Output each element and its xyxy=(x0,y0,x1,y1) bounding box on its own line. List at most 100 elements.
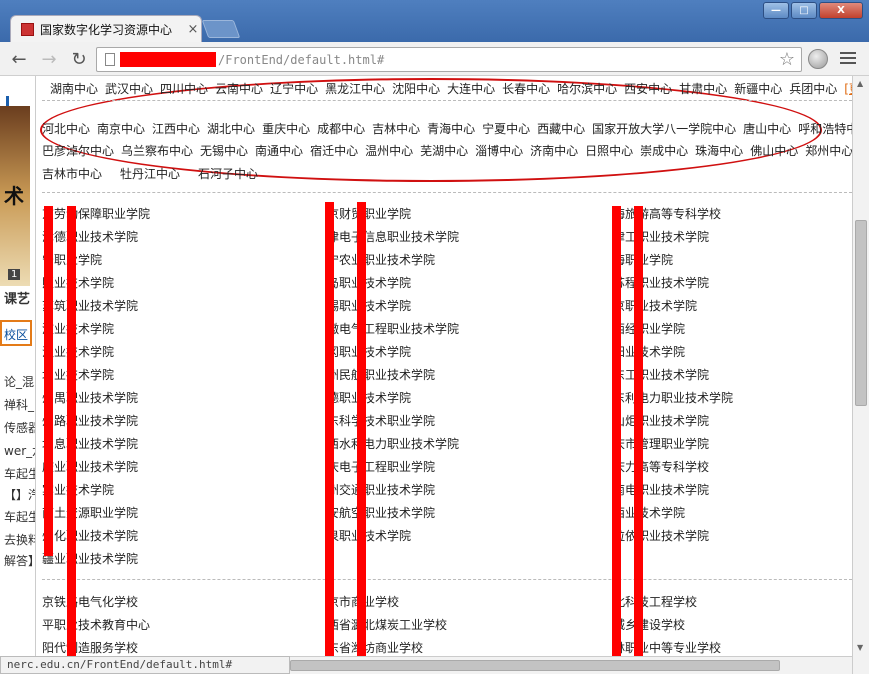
college-link[interactable]: 林职业中等专业学校 xyxy=(613,641,721,656)
center-link[interactable]: 辽宁中心 xyxy=(270,82,318,96)
college-link[interactable]: 平职业技术教育中心 xyxy=(42,618,150,641)
center-link[interactable]: 甘肃中心 xyxy=(679,82,727,96)
center-link[interactable]: 佛山中心 xyxy=(750,144,798,158)
college-link[interactable]: 宁职业学院 xyxy=(42,253,150,276)
center-link[interactable]: 兵团中心 xyxy=(789,82,837,96)
college-link[interactable]: 海职业学院 xyxy=(613,253,733,276)
college-link[interactable]: 北科技工程学校 xyxy=(613,595,721,618)
center-link[interactable]: 哈尔滨中心 xyxy=(557,82,617,96)
college-link[interactable]: 苏筑职业技术学院 xyxy=(42,299,150,322)
college-link[interactable]: 拉依职业技术学院 xyxy=(613,529,733,552)
center-link[interactable]: 淄博中心 xyxy=(475,144,523,158)
sidebar-banner-number[interactable]: 1 xyxy=(8,269,21,280)
college-link[interactable]: 州交通职业技术学院 xyxy=(327,483,459,506)
center-link[interactable]: 郑州中心 xyxy=(805,144,852,158)
college-link[interactable]: 西水利电力职业技术学院 xyxy=(327,437,459,460)
center-link[interactable]: 吉林市中心 xyxy=(42,167,102,181)
center-link[interactable]: 无锡中心 xyxy=(200,144,248,158)
center-link[interactable]: 重庆中心 xyxy=(262,122,310,136)
center-link[interactable]: 日照中心 xyxy=(585,144,633,158)
college-link[interactable]: 宁农业职业技术学院 xyxy=(327,253,459,276)
menu-icon[interactable] xyxy=(840,50,856,66)
sidebar-link[interactable]: 车起生 xyxy=(4,465,35,482)
college-link[interactable]: 阳业技术学院 xyxy=(613,345,733,368)
college-link[interactable]: 东科学技术职业学院 xyxy=(327,414,459,437)
center-link[interactable]: 青海中心 xyxy=(427,122,475,136)
college-link[interactable]: 南电职业技术学院 xyxy=(613,483,733,506)
college-link[interactable]: 东省潍坊商业学校 xyxy=(327,641,447,656)
forward-icon[interactable]: → xyxy=(38,48,60,70)
center-link[interactable]: 河北中心 xyxy=(42,122,90,136)
college-link[interactable]: 庆市管理职业学院 xyxy=(613,437,733,460)
center-link[interactable]: 唐山中心 xyxy=(743,122,791,136)
sidebar-link[interactable]: 去换料 xyxy=(4,531,35,548)
college-link[interactable]: 海旅游高等专科学校 xyxy=(613,207,733,230)
bookmark-star-icon[interactable]: ☆ xyxy=(779,49,795,70)
center-link[interactable]: 南通中心 xyxy=(255,144,303,158)
sidebar-link[interactable]: 【】汽 xyxy=(4,486,35,503)
minimize-button[interactable]: — xyxy=(763,2,789,19)
center-link[interactable]: 武汉中心 xyxy=(105,82,153,96)
center-link[interactable]: 沈阳中心 xyxy=(392,82,440,96)
center-link[interactable]: 西藏中心 xyxy=(537,122,585,136)
college-link[interactable]: 圳息职业技术学院 xyxy=(42,437,150,460)
maximize-button[interactable]: □ xyxy=(791,2,817,19)
more-centers-link[interactable]: [更多] xyxy=(844,82,852,96)
college-link[interactable]: 泉职业技术学院 xyxy=(327,529,459,552)
college-link[interactable]: 冈职业技术学院 xyxy=(327,345,459,368)
college-link[interactable]: 京劳动保障职业学院 xyxy=(42,207,150,230)
horizontal-scroll-thumb[interactable] xyxy=(290,660,780,671)
college-link[interactable]: 津工职业技术学院 xyxy=(613,230,733,253)
scroll-up-icon[interactable]: ▲ xyxy=(857,79,863,88)
college-link[interactable]: 岛职业技术学院 xyxy=(327,276,459,299)
sidebar-link[interactable]: 禅科_ xyxy=(4,396,34,413)
college-link[interactable]: 京财贸职业学院 xyxy=(327,207,459,230)
sidebar-link[interactable]: 车起生 xyxy=(4,508,35,525)
college-link[interactable]: 波业技术学院 xyxy=(42,322,150,345)
center-link[interactable]: 珠海中心 xyxy=(695,144,743,158)
college-link[interactable]: 苏程职业技术学院 xyxy=(613,276,733,299)
vertical-scroll-thumb[interactable] xyxy=(855,220,867,406)
center-link[interactable]: 石河子中心 xyxy=(198,167,258,181)
center-link[interactable]: 云南中心 xyxy=(215,82,263,96)
sidebar-link[interactable]: 解答】 xyxy=(4,552,35,569)
center-link[interactable]: 呼和浩特中心 xyxy=(798,122,852,136)
close-window-button[interactable]: X xyxy=(819,2,863,19)
tab-close-icon[interactable]: × xyxy=(185,22,201,37)
sidebar-link[interactable]: 传感器 xyxy=(4,419,35,436)
college-link[interactable]: 照业技术学院 xyxy=(42,276,150,299)
college-link[interactable]: 西业技术学院 xyxy=(613,506,733,529)
center-link[interactable]: 芜湖中心 xyxy=(420,144,468,158)
college-link[interactable]: 西经职业学院 xyxy=(613,322,733,345)
back-icon[interactable]: ← xyxy=(8,48,30,70)
center-link[interactable]: 江西中心 xyxy=(152,122,200,136)
address-bar[interactable]: /FrontEnd/default.html# ☆ xyxy=(96,47,802,72)
center-link[interactable]: 乌兰察布中心 xyxy=(121,144,193,158)
college-link[interactable]: 东利电力职业技术学院 xyxy=(613,391,733,414)
browser-tab[interactable]: 国家数字化学习资源中心 × xyxy=(10,15,202,43)
college-link[interactable]: 京职业技术学院 xyxy=(613,299,733,322)
vertical-scrollbar[interactable]: ▲ ▼ xyxy=(852,76,869,674)
center-link[interactable]: 黑龙江中心 xyxy=(325,82,385,96)
center-link[interactable]: 新疆中心 xyxy=(734,82,782,96)
center-link[interactable]: 湖北中心 xyxy=(207,122,255,136)
college-link[interactable]: 德职业技术学院 xyxy=(327,391,459,414)
scroll-down-icon[interactable]: ▼ xyxy=(857,643,863,652)
center-link[interactable]: 南京中心 xyxy=(97,122,145,136)
college-link[interactable]: 州化职业技术学院 xyxy=(42,529,150,552)
college-link[interactable]: 山炬职业技术学院 xyxy=(613,414,733,437)
center-link[interactable]: 宁夏中心 xyxy=(482,122,530,136)
horizontal-scrollbar[interactable] xyxy=(290,656,852,674)
college-link[interactable]: 京铁路电气化学校 xyxy=(42,595,150,618)
center-link[interactable]: 成都中心 xyxy=(317,122,365,136)
college-link[interactable]: 庆电子工程职业学院 xyxy=(327,460,459,483)
college-link[interactable]: 宾业技术学院 xyxy=(42,483,150,506)
center-link[interactable]: 巴彦淖尔中心 xyxy=(42,144,114,158)
center-link[interactable]: 崇成中心 xyxy=(640,144,688,158)
college-link[interactable]: 西省潞北煤炭工业学校 xyxy=(327,618,447,641)
college-link[interactable]: 庆力高等专科学校 xyxy=(613,460,733,483)
college-link[interactable]: 徽电气工程职业技术学院 xyxy=(327,322,459,345)
center-link[interactable]: 长春中心 xyxy=(502,82,550,96)
center-link[interactable]: 湖南中心 xyxy=(50,82,98,96)
college-link[interactable]: 安航空职业技术学院 xyxy=(327,506,459,529)
